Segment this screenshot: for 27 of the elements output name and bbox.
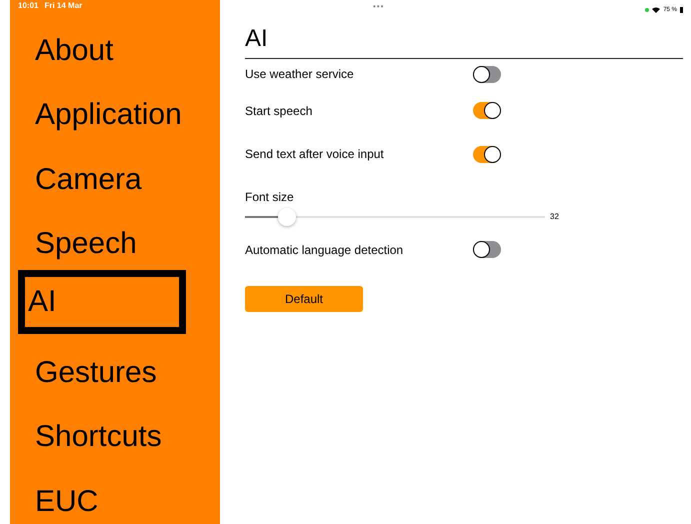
setting-label: Automatic language detection — [245, 242, 404, 257]
multitasking-dots[interactable]: ••• — [373, 2, 384, 11]
slider-thumb[interactable] — [278, 208, 296, 226]
sidebar-item[interactable]: EUC — [18, 462, 186, 524]
sidebar-item[interactable]: AI — [18, 270, 186, 334]
setting-label: Font size — [245, 190, 295, 204]
default-button[interactable]: Default — [245, 286, 363, 312]
sidebar-item[interactable]: Application — [18, 76, 186, 141]
toggle-switch[interactable] — [473, 102, 501, 120]
page-title: AI — [245, 24, 683, 59]
sidebar-item[interactable]: About — [18, 12, 186, 76]
setting-label: Send text after voice input — [245, 147, 385, 162]
toggle-switch[interactable] — [473, 146, 501, 163]
sidebar-item[interactable]: Speech — [18, 205, 186, 270]
status-time: 10:01 — [18, 0, 38, 12]
slider-value: 32 — [550, 212, 559, 221]
toggle-switch[interactable] — [473, 241, 501, 258]
setting-label: Start speech — [245, 104, 314, 118]
toggle-switch[interactable] — [473, 66, 501, 82]
status-date: Fri 14 Mar — [44, 0, 82, 12]
sidebar-item[interactable]: Camera — [18, 140, 186, 206]
sidebar-item[interactable]: Gestures — [18, 334, 186, 398]
battery-icon — [680, 7, 683, 13]
wifi-icon — [652, 7, 660, 13]
sidebar-item[interactable]: Shortcuts — [18, 398, 186, 463]
setting-label: Use weather service — [245, 67, 355, 81]
indicator-icon — [645, 8, 650, 12]
